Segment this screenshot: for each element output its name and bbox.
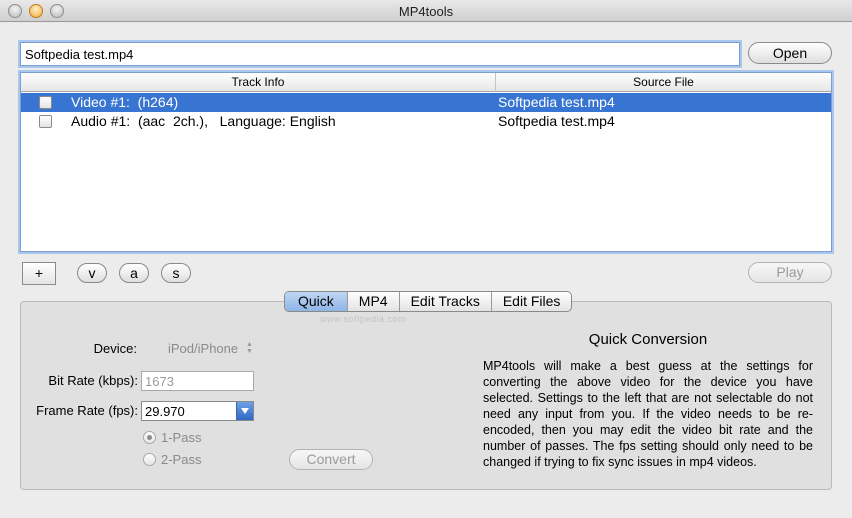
- track-info-cell: Audio #1: (aac 2ch.), Language: English: [71, 113, 336, 129]
- quick-conversion-title: Quick Conversion: [588, 331, 708, 348]
- chevron-down-icon[interactable]: [236, 402, 253, 420]
- table-header: Track Info Source File: [21, 73, 831, 92]
- pass-2-label: 2-Pass: [161, 452, 202, 467]
- subtitle-button[interactable]: s: [161, 263, 191, 283]
- tab-mp4[interactable]: MP4: [348, 292, 400, 311]
- tab-quick[interactable]: Quick: [285, 292, 348, 311]
- window-title: MP4tools: [398, 4, 454, 19]
- watermark: www.softpedia.com: [320, 314, 407, 324]
- video-button[interactable]: v: [77, 263, 107, 283]
- table-row[interactable]: Audio #1: (aac 2ch.), Language: English …: [21, 112, 831, 131]
- stepper-icon: ▲ ▼: [246, 341, 253, 355]
- pass-1-radio[interactable]: [143, 431, 156, 444]
- column-header-track-info[interactable]: Track Info: [21, 75, 495, 89]
- framerate-value: 29.970: [145, 404, 185, 419]
- add-track-button[interactable]: +: [22, 262, 56, 285]
- title-bar: MP4tools: [0, 0, 852, 22]
- pass-2-radio[interactable]: [143, 453, 156, 466]
- framerate-combobox[interactable]: 29.970: [141, 401, 254, 421]
- track-info-cell: Video #1: (h264): [71, 94, 179, 110]
- framerate-label: Frame Rate (fps):: [36, 403, 138, 418]
- convert-button[interactable]: Convert: [289, 449, 373, 470]
- tracks-table[interactable]: Track Info Source File Video #1: (h264) …: [20, 72, 832, 252]
- tab-edit-tracks[interactable]: Edit Tracks: [400, 292, 492, 311]
- quick-conversion-description: MP4tools will make a best guess at the s…: [483, 359, 813, 469]
- main-content: Open Track Info Source File Video #1: (h…: [0, 23, 852, 518]
- source-file-cell: Softpedia test.mp4: [498, 94, 615, 110]
- pass-1-label: 1-Pass: [161, 430, 202, 445]
- column-header-source-file[interactable]: Source File: [496, 75, 831, 89]
- play-button[interactable]: Play: [748, 262, 832, 283]
- bitrate-field[interactable]: 1673: [141, 371, 254, 391]
- bitrate-label: Bit Rate (kbps):: [48, 373, 138, 388]
- table-row[interactable]: Video #1: (h264) Softpedia test.mp4: [21, 93, 831, 112]
- device-label: Device:: [93, 341, 137, 356]
- track-checkbox[interactable]: [39, 96, 52, 109]
- track-checkbox[interactable]: [39, 115, 52, 128]
- file-path-input[interactable]: [20, 42, 740, 66]
- device-value: iPod/iPhone: [168, 341, 239, 356]
- tab-edit-files[interactable]: Edit Files: [492, 292, 572, 311]
- tab-bar: Quick MP4 Edit Tracks Edit Files: [284, 291, 573, 312]
- audio-button[interactable]: a: [119, 263, 149, 283]
- open-button[interactable]: Open: [748, 42, 832, 64]
- source-file-cell: Softpedia test.mp4: [498, 113, 615, 129]
